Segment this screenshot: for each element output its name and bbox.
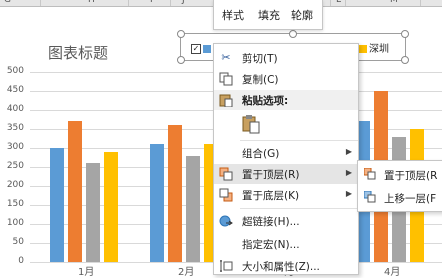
fill-button[interactable]: 填充 (258, 7, 280, 23)
send-to-back-icon (219, 188, 233, 202)
legend-swatch (203, 45, 211, 53)
menu-item-copy[interactable]: 复制(C) (214, 69, 358, 89)
menu-item-size-properties[interactable]: 大小和属性(Z)... (214, 256, 358, 276)
x-tick-label: 2月 (178, 267, 195, 278)
menu-item-send-to-back[interactable]: 置于底层(K) ▶ (214, 185, 358, 205)
legend-swatch (359, 45, 367, 53)
x-tick-label: 4月 (384, 267, 401, 278)
scissors-icon: ✂ (221, 51, 231, 64)
menu-item-group[interactable]: 组合(G) ▶ (214, 143, 358, 163)
style-button[interactable]: 样式 (222, 7, 244, 23)
resize-handle[interactable] (289, 30, 297, 38)
menu-item-cut[interactable]: ✂ 剪切(T) (214, 48, 358, 68)
submenu-arrow-icon: ▶ (345, 168, 352, 177)
bring-to-front-icon (219, 167, 233, 181)
menu-item-label: 大小和属性(Z)... (242, 261, 320, 273)
y-tick-label: 100 (6, 218, 24, 228)
y-tick-label: 300 (6, 142, 24, 152)
resize-handle[interactable] (401, 56, 409, 64)
bar-上海-1月[interactable] (68, 121, 82, 262)
context-menu: ✂ 剪切(T) 复制(C) 粘贴选项: 组合(G) ▶ 置于顶层(R) ▶ 置于… (213, 43, 359, 275)
legend-label: 深圳 (369, 44, 389, 55)
resize-handle[interactable] (177, 30, 185, 38)
resize-handle[interactable] (177, 56, 185, 64)
menu-item-label: 剪切(T) (242, 53, 278, 65)
format-toolbar: 样式 填充 轮廓 (213, 0, 323, 30)
menu-item-label: 置于顶层(R) (242, 169, 300, 181)
bring-forward-icon (364, 191, 376, 203)
y-tick-label: 150 (6, 199, 24, 209)
bar-广州-2月[interactable] (186, 155, 200, 262)
bar-深圳-1月[interactable] (104, 151, 118, 262)
resize-handle[interactable] (401, 30, 409, 38)
submenu-item-label: 上移一层(F (384, 193, 437, 205)
outline-button[interactable]: 轮廓 (291, 7, 313, 23)
bar-上海-2月[interactable] (168, 125, 182, 262)
y-tick-label: 400 (6, 104, 24, 114)
checkbox-icon[interactable]: ✓ (191, 44, 201, 54)
menu-item-label: 超链接(H)... (242, 216, 300, 228)
y-tick-label: 250 (6, 161, 24, 171)
submenu-item-label: 置于顶层(R (384, 170, 438, 182)
submenu-item-bring-forward[interactable]: 上移一层(F (358, 186, 442, 208)
x-tick-label: 1月 (78, 267, 95, 278)
copy-icon (219, 72, 233, 86)
menu-item-hyperlink[interactable]: 超链接(H)... (214, 211, 358, 231)
menu-item-label: 指定宏(N)... (242, 239, 300, 251)
menu-item-paste-options: 粘贴选项: (214, 90, 358, 110)
paste-option-button[interactable] (242, 114, 260, 134)
y-tick-label: 200 (6, 180, 24, 190)
submenu-arrow-icon: ▶ (345, 147, 352, 156)
submenu-item-bring-to-front[interactable]: 置于顶层(R (358, 163, 442, 185)
order-submenu: 置于顶层(R 上移一层(F (357, 160, 442, 212)
y-tick-label: 450 (6, 85, 24, 95)
size-properties-icon (219, 259, 233, 273)
menu-item-label: 组合(G) (242, 148, 280, 160)
menu-item-assign-macro[interactable]: 指定宏(N)... (214, 234, 358, 254)
y-tick-label: 50 (12, 237, 24, 247)
bar-广州-1月[interactable] (86, 163, 100, 262)
bar-北京-2月[interactable] (150, 144, 164, 262)
menu-separator (240, 140, 358, 141)
y-tick-label: 350 (6, 123, 24, 133)
menu-item-label: 复制(C) (242, 74, 279, 86)
bring-to-front-icon (364, 168, 376, 180)
paste-icon (219, 93, 233, 108)
menu-item-label: 置于底层(K) (242, 190, 300, 202)
submenu-arrow-icon: ▶ (345, 189, 352, 198)
hyperlink-icon (219, 214, 233, 228)
menu-item-label: 粘贴选项: (242, 95, 289, 107)
y-tick-label: 500 (6, 66, 24, 76)
paste-clipboard-icon (242, 115, 260, 134)
menu-item-bring-to-front[interactable]: 置于顶层(R) ▶ (214, 164, 358, 184)
menu-separator (240, 208, 358, 209)
y-tick-label: 0 (18, 256, 24, 266)
bar-北京-1月[interactable] (50, 148, 64, 262)
